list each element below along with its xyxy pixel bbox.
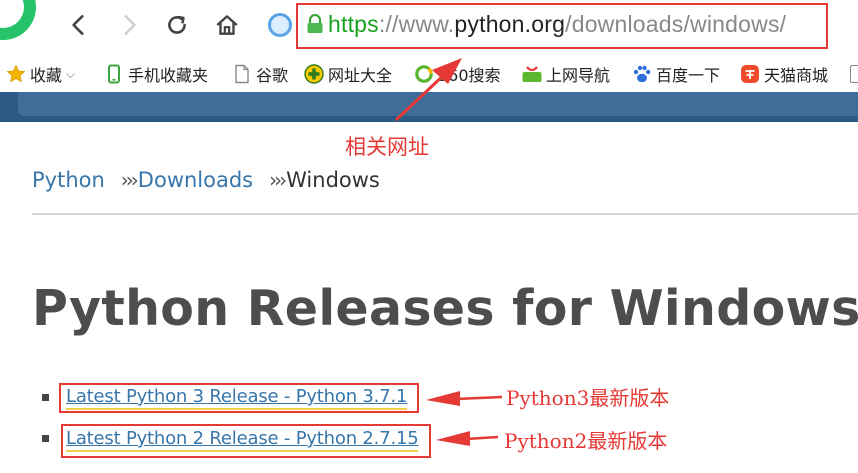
home-icon bbox=[216, 15, 238, 35]
phone-icon bbox=[108, 64, 120, 84]
address-text[interactable]: https://www.python.org/downloads/windows… bbox=[328, 11, 786, 38]
breadcrumb-python[interactable]: Python bbox=[32, 168, 105, 192]
bookmark-favorites[interactable]: 收藏 ⌵ bbox=[6, 62, 75, 86]
breadcrumb-divider bbox=[32, 213, 858, 215]
bookmark-label: 手机收藏夹 bbox=[128, 66, 209, 85]
latest-python3-link[interactable]: Latest Python 3 Release - Python 3.7.1 bbox=[66, 386, 407, 410]
bookmark-label: 360搜索 bbox=[438, 66, 501, 85]
reload-button[interactable] bbox=[162, 10, 192, 40]
bookmark-label: 天猫商城 bbox=[764, 66, 829, 85]
py2-annotation: Python2最新版本 bbox=[504, 429, 668, 453]
page-title: Python Releases for Windows bbox=[32, 280, 858, 337]
bookmark-tmall[interactable]: 天猫商城 bbox=[740, 62, 828, 86]
ring-icon bbox=[415, 65, 433, 83]
back-button[interactable] bbox=[64, 10, 94, 40]
paw-icon bbox=[633, 65, 651, 83]
url-scheme: https bbox=[328, 11, 379, 37]
bookmark-label: 收藏 bbox=[30, 66, 63, 85]
site-engine-icon[interactable] bbox=[268, 13, 292, 37]
bookmark-hao[interactable]: 上网导航 bbox=[522, 62, 610, 86]
list-bullet bbox=[42, 435, 49, 442]
site-header-inner bbox=[18, 92, 858, 116]
chevron-down-icon[interactable]: ⌵ bbox=[66, 67, 75, 82]
browser-logo-icon bbox=[0, 0, 36, 40]
bookmark-label: 上网导航 bbox=[546, 66, 611, 85]
bookmark-label: 网址大全 bbox=[328, 66, 393, 85]
back-icon bbox=[72, 15, 84, 35]
url-path: /downloads/windows/ bbox=[565, 11, 787, 37]
bookmark-mobile[interactable]: 手机收藏夹 bbox=[104, 62, 208, 86]
forward-icon bbox=[124, 15, 136, 35]
url-separator: ://www. bbox=[378, 11, 455, 37]
bookmark-sites[interactable]: 网址大全 bbox=[304, 62, 392, 86]
bookmark-google[interactable]: 谷歌 bbox=[232, 62, 288, 86]
py3-arrow-icon bbox=[426, 391, 503, 406]
plus-icon bbox=[304, 64, 324, 84]
bookmark-360[interactable]: 360搜索 bbox=[414, 62, 501, 86]
url-annotation: 相关网址 bbox=[345, 135, 429, 159]
url-host: python.org bbox=[454, 11, 566, 37]
list-bullet bbox=[42, 394, 49, 401]
bookmark-baidu[interactable]: 百度一下 bbox=[632, 62, 720, 86]
page-icon bbox=[235, 64, 249, 84]
lock-icon bbox=[307, 14, 323, 33]
reload-icon bbox=[168, 15, 186, 34]
breadcrumb-separator: ››› bbox=[269, 168, 287, 192]
latest-python2-link[interactable]: Latest Python 2 Release - Python 2.7.15 bbox=[66, 428, 419, 452]
tmall-icon bbox=[741, 65, 759, 83]
bookmarks-bar: 收藏 ⌵ 手机收藏夹 谷歌 网址大全 360搜索 上网导航 百度一下 天猫商城 bbox=[0, 56, 858, 92]
breadcrumb-windows: Windows bbox=[286, 168, 380, 192]
forward-button[interactable] bbox=[114, 10, 144, 40]
star-icon bbox=[6, 64, 26, 83]
browser-toolbar: https://www.python.org/downloads/windows… bbox=[0, 0, 858, 52]
hao-icon bbox=[522, 66, 542, 82]
py3-annotation: Python3最新版本 bbox=[506, 386, 670, 410]
bookmark-label: 百度一下 bbox=[656, 66, 721, 85]
bookmark-label: 谷歌 bbox=[256, 66, 289, 85]
breadcrumb-separator: ››› bbox=[120, 168, 139, 192]
overflow-bookmark-icon[interactable] bbox=[850, 65, 858, 83]
py2-arrow-icon bbox=[436, 431, 499, 446]
home-button[interactable] bbox=[212, 10, 242, 40]
breadcrumb: Python ››› Downloads ››› Windows bbox=[32, 168, 380, 192]
breadcrumb-downloads[interactable]: Downloads bbox=[138, 168, 253, 192]
